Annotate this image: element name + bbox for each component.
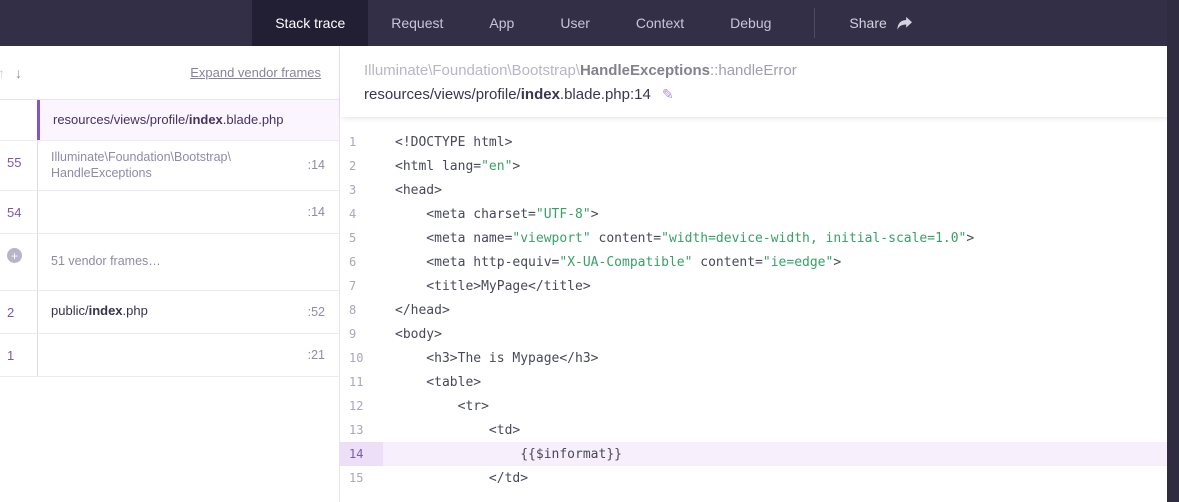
next-frame-arrow-icon[interactable]: ↓ [13, 63, 24, 83]
code-line: 5 <meta name="viewport" content="width=d… [340, 226, 1179, 250]
line-number: 3 [340, 178, 383, 202]
code-line: 8</head> [340, 298, 1179, 322]
code-text: <title>MyPage</title> [383, 279, 591, 294]
frame-line-number: :52 [308, 305, 339, 319]
code-line: 7 <title>MyPage</title> [340, 274, 1179, 298]
code-text: <meta http-equiv="X-UA-Compatible" conte… [383, 255, 841, 270]
frame-number: 1 [0, 334, 37, 376]
prev-frame-arrow-icon[interactable]: ↑ [0, 63, 7, 83]
frame-line-number: :14 [308, 205, 339, 219]
code-text: <html lang="en"> [383, 159, 520, 174]
share-icon [896, 16, 913, 31]
line-number: 7 [340, 274, 383, 298]
code-line: 11 <table> [340, 370, 1179, 394]
share-button[interactable]: Share [835, 0, 926, 46]
line-number: 14 [340, 442, 383, 466]
line-number: 8 [340, 298, 383, 322]
code-text: <table> [383, 375, 481, 390]
tab-context[interactable]: Context [613, 0, 707, 46]
main-pane: Illuminate\Foundation\Bootstrap\HandleEx… [340, 46, 1179, 502]
frame-line-number: :14 [308, 158, 339, 172]
nav-divider [814, 8, 815, 38]
line-number: 2 [340, 154, 383, 178]
frame-nav-arrows: ↑ ↓ [0, 63, 24, 83]
top-navbar: Stack traceRequestAppUserContextDebug Sh… [0, 0, 1179, 46]
frame-number: 54 [0, 191, 37, 233]
frame-header: Illuminate\Foundation\Bootstrap\HandleEx… [340, 46, 1179, 117]
frame-text: 51 vendor frames… [51, 253, 161, 269]
code-text: <meta charset="UTF-8"> [383, 207, 599, 222]
code-text: <meta name="viewport" content="width=dev… [383, 231, 974, 246]
tab-debug[interactable]: Debug [707, 0, 794, 46]
page-scrollbar[interactable] [1167, 0, 1179, 502]
code-text: <h3>The is Mypage</h3> [383, 351, 599, 366]
line-number: 6 [340, 250, 383, 274]
code-text: <head> [383, 183, 442, 198]
frame-text: Illuminate\Foundation\Bootstrap\HandleEx… [51, 149, 231, 182]
line-number: 10 [340, 346, 383, 370]
line-number: 13 [340, 418, 383, 442]
code-text: <tr> [383, 399, 489, 414]
line-number: 15 [340, 466, 383, 490]
code-text: <body> [383, 327, 442, 342]
tab-user[interactable]: User [537, 0, 613, 46]
frame-number: 55 [0, 141, 37, 190]
code-line: 13 <td> [340, 418, 1179, 442]
line-number: 12 [340, 394, 383, 418]
frame-text: resources/views/profile/index.blade.php [53, 112, 284, 129]
code-viewer: 1<!DOCTYPE html>2<html lang="en">3<head>… [340, 117, 1179, 502]
line-number: 4 [340, 202, 383, 226]
code-line: 10 <h3>The is Mypage</h3> [340, 346, 1179, 370]
code-line: 2<html lang="en"> [340, 154, 1179, 178]
stack-frame-row[interactable]: resources/views/profile/index.blade.php [0, 100, 339, 141]
file-path-name: index [521, 86, 560, 103]
frame-number: 2 [0, 291, 37, 333]
frame-number [0, 100, 37, 140]
line-number: 11 [340, 370, 383, 394]
edit-pencil-icon[interactable]: ✎ [662, 86, 674, 102]
code-line: 3<head> [340, 178, 1179, 202]
file-path-suffix: .blade.php:14 [560, 86, 651, 103]
code-text: <!DOCTYPE html> [383, 135, 512, 150]
code-text: </head> [383, 303, 450, 318]
exception-namespace: Illuminate\Foundation\Bootstrap\ [364, 62, 580, 79]
code-line: 9<body> [340, 322, 1179, 346]
stack-frame-list: resources/views/profile/index.blade.php 5… [0, 100, 339, 377]
vendor-frames-row[interactable]: +51 vendor frames… [0, 234, 339, 291]
file-path-prefix: resources/views/profile/ [364, 86, 521, 103]
expand-vendor-frames-link[interactable]: Expand vendor frames [190, 65, 321, 80]
line-number: 1 [340, 130, 383, 154]
code-line: 15 </td> [340, 466, 1179, 490]
stack-frame-row[interactable]: 2 public/index.php :52 [0, 291, 339, 334]
share-label: Share [849, 15, 886, 31]
code-text: <td> [383, 423, 520, 438]
code-line: 4 <meta charset="UTF-8"> [340, 202, 1179, 226]
tab-stack-trace[interactable]: Stack trace [252, 0, 368, 46]
tab-request[interactable]: Request [368, 0, 466, 46]
code-text: {{$informat}} [383, 447, 622, 462]
code-line: 12 <tr> [340, 394, 1179, 418]
frame-number: + [0, 234, 37, 290]
expand-plus-icon[interactable]: + [7, 248, 22, 263]
line-number: 9 [340, 322, 383, 346]
line-number: 5 [340, 226, 383, 250]
stack-frames-sidebar: ↑ ↓ Expand vendor frames resources/views… [0, 46, 340, 502]
code-line-highlighted: 14 {{$informat}} [340, 442, 1179, 466]
tab-app[interactable]: App [466, 0, 537, 46]
code-line: 1<!DOCTYPE html> [340, 130, 1179, 154]
exception-method: Illuminate\Foundation\Bootstrap\HandleEx… [364, 62, 1155, 79]
exception-handler: ::handleError [710, 62, 797, 79]
code-text: </td> [383, 471, 528, 486]
stack-frame-row[interactable]: 1 :21 [0, 334, 339, 377]
frame-line-number: :21 [308, 348, 339, 362]
exception-class: HandleExceptions [580, 62, 710, 79]
stack-frame-row[interactable]: 55 Illuminate\Foundation\Bootstrap\Handle… [0, 141, 339, 191]
frame-text: public/index.php [51, 303, 148, 320]
frame-file-path: resources/views/profile/index.blade.php:… [364, 86, 1155, 103]
stack-frame-row[interactable]: 54 :14 [0, 191, 339, 234]
nav-tabs: Stack traceRequestAppUserContextDebug [252, 0, 794, 46]
code-line: 6 <meta http-equiv="X-UA-Compatible" con… [340, 250, 1179, 274]
sidebar-header: ↑ ↓ Expand vendor frames [0, 46, 339, 100]
